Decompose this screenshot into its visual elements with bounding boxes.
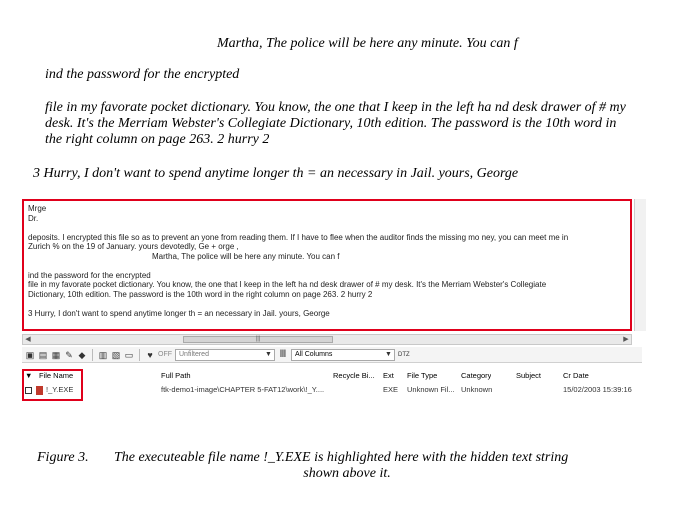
bookmark-icon[interactable]: ◆ <box>77 350 87 360</box>
all-files-icon[interactable]: ▦ <box>51 350 61 360</box>
note-line-4: 3 Hurry, I don't want to spend anytime l… <box>33 166 519 181</box>
scroll-thumb[interactable]: ||| <box>183 336 333 343</box>
scroll-right-icon[interactable]: ▶ <box>621 335 631 344</box>
columns-select[interactable]: All Columns ▼ <box>291 348 395 361</box>
viewer-line: Martha, The police will be here any minu… <box>152 251 340 261</box>
viewer-line: 3 Hurry, I don't want to spend anytime l… <box>28 308 330 318</box>
page-icon[interactable]: ▭ <box>124 350 134 360</box>
horizontal-scrollbar[interactable]: ◀ ||| ▶ <box>22 334 632 345</box>
toolbar-divider <box>92 348 93 361</box>
filter-icon[interactable]: ♥ <box>145 350 155 360</box>
forensic-tool-screenshot: Mrge Dr. deposits. I encrypted this file… <box>22 199 646 405</box>
row-full-path: ftk-demo1-image\CHAPTER 5-FAT12\work\!_Y… <box>161 385 325 394</box>
columns-select-value: All Columns <box>295 350 333 358</box>
row-ext: EXE <box>383 385 399 394</box>
columns-settings-icon[interactable]: ▥ <box>98 350 108 360</box>
grid-header-row: ▼ File Name Full Path Recycle Bi... Ext … <box>22 370 642 382</box>
viewer-blank-line <box>28 223 626 233</box>
viewer-line: deposits. I encrypted this file so as to… <box>28 232 569 242</box>
viewer-blank-line <box>28 261 626 271</box>
filter-select-value: Unfiltered <box>179 350 209 358</box>
highlight-box <box>22 369 83 401</box>
row-cr-date: 15/02/2003 15:39:16 <box>563 385 632 394</box>
viewer-line: ind the password for the encrypted <box>28 270 151 280</box>
figure-caption: Figure 3. The executeable file name !_Y.E… <box>37 450 568 466</box>
note-line-2: ind the password for the encrypted <box>45 67 240 82</box>
figure-caption-text: The executeable file name !_Y.EXE is hig… <box>114 450 569 465</box>
vertical-scrollbar[interactable] <box>634 199 646 331</box>
export-icon[interactable]: ✎ <box>64 350 74 360</box>
row-category: Unknown <box>461 385 493 394</box>
col-header-subject[interactable]: Subject <box>516 370 541 382</box>
viewer-line: Dictionary, 10th edition. The password i… <box>28 289 373 299</box>
col-header-ext[interactable]: Ext <box>383 370 394 382</box>
table-row[interactable]: !_Y.EXE ftk-demo1-image\CHAPTER 5-FAT12\… <box>22 384 642 396</box>
scroll-left-icon[interactable]: ◀ <box>23 335 33 344</box>
row-file-type: Unknown Fil... <box>407 385 455 394</box>
filter-select[interactable]: Unfiltered ▼ <box>175 348 275 361</box>
col-header-cr-date[interactable]: Cr Date <box>563 370 589 382</box>
chevron-down-icon[interactable]: ▼ <box>264 350 273 360</box>
highlighted-files-icon[interactable]: ▤ <box>38 350 48 360</box>
file-list-grid: ▼ File Name Full Path Recycle Bi... Ext … <box>22 366 642 404</box>
viewer-line: Mrge <box>28 204 47 213</box>
viewer-line: file in my favorate pocket dictionary. Y… <box>28 280 547 289</box>
toolbar: ▣ ▤ ▦ ✎ ◆ ▥ ▧ ▭ ♥ OFF Unfiltered ▼ Ⅲ All… <box>22 347 642 363</box>
figure-label: Figure 3. <box>37 450 89 465</box>
report-icon[interactable]: ▧ <box>111 350 121 360</box>
text-viewer-pane[interactable]: Mrge Dr. deposits. I encrypted this file… <box>22 199 632 331</box>
note-paragraph: file in my favorate pocket dictionary. Y… <box>45 100 626 147</box>
dtz-label[interactable]: DTZ <box>398 352 410 358</box>
column-settings-icon[interactable]: Ⅲ <box>278 349 288 360</box>
col-header-category[interactable]: Category <box>461 370 491 382</box>
viewer-line: Zurich % on the 19 of January. yours dev… <box>28 242 239 251</box>
col-header-recycle[interactable]: Recycle Bi... <box>333 370 375 382</box>
chevron-down-icon[interactable]: ▼ <box>384 350 393 360</box>
col-header-file-type[interactable]: File Type <box>407 370 437 382</box>
toolbar-divider <box>139 348 140 361</box>
checked-files-icon[interactable]: ▣ <box>25 350 35 360</box>
viewer-blank-line <box>28 299 626 309</box>
figure-caption-line-2: shown above it. <box>303 466 391 481</box>
note-line-1: Martha, The police will be here any minu… <box>217 36 518 51</box>
filter-toggle[interactable]: OFF <box>158 351 172 358</box>
col-header-full-path[interactable]: Full Path <box>161 370 191 382</box>
viewer-line: Dr. <box>28 213 39 223</box>
